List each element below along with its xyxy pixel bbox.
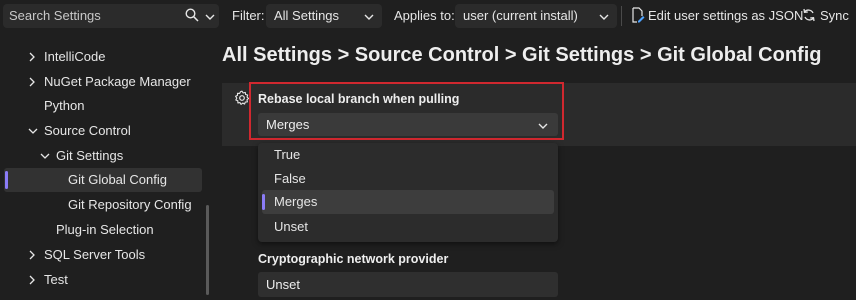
chevron-right-icon[interactable]: [28, 70, 38, 94]
filter-value: All Settings: [274, 8, 340, 23]
tree-item-git-global-config[interactable]: Git Global Config: [68, 168, 167, 192]
edit-json-icon[interactable]: [631, 7, 645, 26]
option-unset[interactable]: Unset: [262, 215, 554, 239]
selection-accent-bar: [5, 171, 8, 189]
applies-to-value: user (current install): [463, 8, 578, 23]
applies-to-dropdown[interactable]: user (current install): [455, 4, 617, 28]
tree-item-label: Test: [44, 272, 68, 287]
tree-item-label: IntelliCode: [44, 49, 106, 64]
gear-icon[interactable]: [234, 90, 250, 109]
option-true[interactable]: True: [262, 143, 554, 167]
tree-item-label: Plug-in Selection: [56, 222, 154, 237]
crypto-provider-select[interactable]: Unset: [258, 272, 558, 297]
settings-toolbar: Search Settings Filter: All Settings App…: [0, 0, 856, 33]
filter-dropdown[interactable]: All Settings: [266, 4, 382, 28]
tree-item-label: Git Repository Config: [68, 197, 192, 212]
option-false[interactable]: False: [262, 167, 554, 191]
chevron-right-icon[interactable]: [28, 268, 38, 292]
option-selected-accent: [262, 194, 265, 210]
search-placeholder: Search Settings: [9, 8, 101, 23]
sync-icon[interactable]: [802, 7, 816, 26]
option-label: Merges: [274, 194, 318, 209]
chevron-right-icon[interactable]: [28, 243, 38, 267]
search-options-chevron-icon[interactable]: [205, 10, 215, 25]
edit-json-button[interactable]: Edit user settings as JSON: [648, 8, 803, 23]
highlight-annotation: [249, 82, 564, 140]
option-label: True: [274, 147, 301, 162]
toolbar-separator: [621, 6, 622, 26]
chevron-down-icon: [599, 10, 609, 25]
tree-item-label: Git Global Config: [68, 172, 167, 187]
tree-item-plugin-selection[interactable]: Plug-in Selection: [56, 218, 154, 242]
tree-item-git-repository-config[interactable]: Git Repository Config: [68, 193, 192, 217]
tree-item-label: NuGet Package Manager: [44, 74, 191, 89]
option-merges[interactable]: Merges: [262, 190, 554, 214]
filter-label: Filter:: [232, 8, 265, 23]
sync-button[interactable]: Sync: [820, 8, 849, 23]
crypto-provider-value: Unset: [266, 277, 300, 292]
rebase-options-list: True False Merges Unset: [258, 143, 558, 242]
setting-crypto-provider-title: Cryptographic network provider: [258, 252, 449, 266]
search-settings-input[interactable]: Search Settings: [3, 4, 219, 28]
option-label: Unset: [274, 219, 308, 234]
search-icon[interactable]: [185, 8, 199, 25]
chevron-right-icon[interactable]: [28, 45, 38, 69]
tree-item-python[interactable]: Python: [44, 94, 84, 118]
tree-item-label: SQL Server Tools: [44, 247, 146, 262]
tree-item-label: Source Control: [44, 123, 131, 138]
chevron-down-icon[interactable]: [28, 119, 38, 143]
chevron-down-icon: [364, 10, 374, 25]
chevron-down-icon[interactable]: [40, 144, 50, 168]
tree-item-label: Git Settings: [56, 148, 124, 163]
sidebar-scrollbar[interactable]: [206, 205, 209, 295]
applies-to-label: Applies to:: [394, 8, 455, 23]
tree-item-label: Python: [44, 98, 85, 113]
option-label: False: [274, 171, 306, 186]
page-breadcrumb: All Settings > Source Control > Git Sett…: [222, 44, 822, 66]
